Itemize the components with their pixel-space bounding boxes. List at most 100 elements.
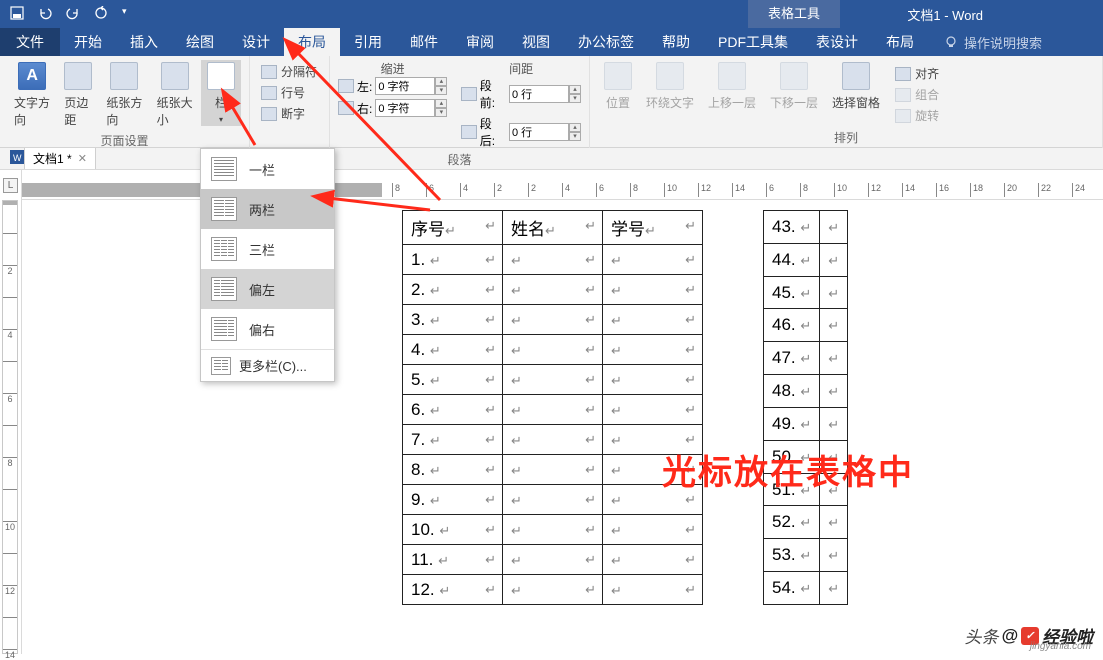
table-cell[interactable]: ↵↵ (503, 335, 603, 365)
spin-down[interactable]: ▾ (435, 86, 447, 95)
align-button[interactable]: 对齐 (892, 64, 942, 83)
table-cell[interactable]: 53. ↵ (764, 539, 820, 572)
table-cell[interactable]: 6. ↵↵ (403, 395, 503, 425)
tab-office[interactable]: 办公标签 (564, 28, 648, 56)
table-cell[interactable]: ↵ (820, 243, 848, 276)
tab-design[interactable]: 设计 (228, 28, 284, 56)
table-cell[interactable]: ↵↵ (503, 425, 603, 455)
redo-icon[interactable] (66, 6, 80, 23)
table-cell[interactable]: ↵ (820, 276, 848, 309)
table-cell[interactable]: 11. ↵↵ (403, 545, 503, 575)
table-cell[interactable]: 54. ↵ (764, 572, 820, 605)
columns-three[interactable]: 三栏 (201, 229, 334, 269)
columns-left[interactable]: 偏左 (201, 269, 334, 309)
table-cell[interactable]: 44. ↵ (764, 243, 820, 276)
tell-me-search[interactable]: 操作说明搜索 (944, 33, 1042, 52)
table-cell[interactable]: 9. ↵↵ (403, 485, 503, 515)
hyphenation-button[interactable]: 断字 (258, 104, 321, 123)
table-cell[interactable]: ↵↵ (603, 515, 703, 545)
columns-right[interactable]: 偏右 (201, 309, 334, 349)
tab-references[interactable]: 引用 (340, 28, 396, 56)
table-cell[interactable]: ↵ (820, 342, 848, 375)
table-cell[interactable]: ↵↵ (503, 365, 603, 395)
table-cell[interactable]: ↵ (820, 539, 848, 572)
table-header-cell[interactable]: 学号↵↵ (603, 211, 703, 245)
table-cell[interactable]: 7. ↵↵ (403, 425, 503, 455)
size-button[interactable]: 纸张大小 (151, 60, 199, 130)
table-cell[interactable]: ↵↵ (503, 245, 603, 275)
table-cell[interactable]: 52. ↵ (764, 506, 820, 539)
table-cell[interactable]: 4. ↵↵ (403, 335, 503, 365)
breaks-button[interactable]: 分隔符 (258, 62, 321, 81)
tab-review[interactable]: 审阅 (452, 28, 508, 56)
table-cell[interactable]: ↵↵ (503, 395, 603, 425)
save-icon[interactable] (10, 6, 24, 23)
columns-button[interactable]: 栏▾ (201, 60, 241, 126)
table-cell[interactable]: ↵ (820, 407, 848, 440)
table-cell[interactable]: ↵↵ (503, 275, 603, 305)
table-cell[interactable]: ↵↵ (503, 305, 603, 335)
table-cell[interactable]: 48. ↵ (764, 375, 820, 408)
margins-button[interactable]: 页边距 (58, 60, 98, 130)
table-cell[interactable]: 47. ↵ (764, 342, 820, 375)
table-cell[interactable]: 46. ↵ (764, 309, 820, 342)
table-cell[interactable]: ↵↵ (603, 335, 703, 365)
spin-down[interactable]: ▾ (569, 132, 581, 141)
text-direction-button[interactable]: A文字方向 (8, 60, 56, 130)
tab-pdf-tools[interactable]: PDF工具集 (704, 28, 802, 56)
columns-more[interactable]: 更多栏(C)... (201, 350, 334, 381)
spin-up[interactable]: ▴ (435, 99, 447, 108)
undo-icon[interactable] (38, 6, 52, 23)
table-cell[interactable]: ↵ (820, 375, 848, 408)
table-cell[interactable]: ↵↵ (503, 575, 603, 605)
tab-insert[interactable]: 插入 (116, 28, 172, 56)
tab-table-design[interactable]: 表设计 (802, 28, 872, 56)
table-cell[interactable]: 5. ↵↵ (403, 365, 503, 395)
spin-up[interactable]: ▴ (435, 77, 447, 86)
table-cell[interactable]: ↵ (820, 572, 848, 605)
table-cell[interactable]: 1. ↵↵ (403, 245, 503, 275)
table-cell[interactable]: 8. ↵↵ (403, 455, 503, 485)
tab-file[interactable]: 文件 (0, 28, 60, 56)
table-cell[interactable]: ↵↵ (603, 545, 703, 575)
table-cell[interactable]: ↵↵ (503, 455, 603, 485)
document-table-left[interactable]: 序号↵↵姓名↵↵学号↵↵1. ↵↵↵↵↵↵2. ↵↵↵↵↵↵3. ↵↵↵↵↵↵4… (402, 210, 703, 605)
document-canvas[interactable]: 86422468101214681012141618202224 序号↵↵姓名↵… (22, 170, 1103, 654)
columns-two[interactable]: 两栏 (201, 189, 334, 229)
table-cell[interactable]: ↵↵ (603, 365, 703, 395)
spin-down[interactable]: ▾ (435, 108, 447, 117)
indent-right-input[interactable] (375, 99, 435, 117)
table-cell[interactable]: 43. ↵ (764, 211, 820, 244)
table-cell[interactable]: ↵↵ (603, 245, 703, 275)
table-cell[interactable]: ↵ (820, 506, 848, 539)
spacing-after-input[interactable] (509, 123, 569, 141)
line-numbers-button[interactable]: 行号 (258, 83, 321, 102)
table-cell[interactable]: ↵↵ (603, 395, 703, 425)
table-cell[interactable]: 10. ↵↵ (403, 515, 503, 545)
document-table-right[interactable]: 43. ↵↵44. ↵↵45. ↵↵46. ↵↵47. ↵↵48. ↵↵49. … (763, 210, 848, 605)
refresh-icon[interactable] (94, 6, 108, 23)
indent-left-input[interactable] (375, 77, 435, 95)
tab-stop-icon[interactable]: L (3, 178, 18, 193)
tab-mailings[interactable]: 邮件 (396, 28, 452, 56)
tab-help[interactable]: 帮助 (648, 28, 704, 56)
spacing-before-input[interactable] (509, 85, 569, 103)
selection-pane-button[interactable]: 选择窗格 (826, 60, 886, 113)
table-cell[interactable]: ↵ (820, 309, 848, 342)
table-cell[interactable]: 3. ↵↵ (403, 305, 503, 335)
table-header-cell[interactable]: 序号↵↵ (403, 211, 503, 245)
columns-one[interactable]: 一栏 (201, 149, 334, 189)
table-cell[interactable]: ↵↵ (503, 515, 603, 545)
orientation-button[interactable]: 纸张方向 (100, 60, 148, 130)
table-cell[interactable]: ↵ (820, 211, 848, 244)
tab-draw[interactable]: 绘图 (172, 28, 228, 56)
spin-up[interactable]: ▴ (569, 85, 581, 94)
table-cell[interactable]: 45. ↵ (764, 276, 820, 309)
table-cell[interactable]: ↵↵ (603, 275, 703, 305)
tab-layout[interactable]: 布局 (284, 28, 340, 56)
tab-table-layout[interactable]: 布局 (872, 28, 928, 56)
table-cell[interactable]: ↵↵ (603, 305, 703, 335)
spin-up[interactable]: ▴ (569, 123, 581, 132)
qat-more-icon[interactable]: ▾ (122, 6, 127, 23)
table-cell[interactable]: 49. ↵ (764, 407, 820, 440)
